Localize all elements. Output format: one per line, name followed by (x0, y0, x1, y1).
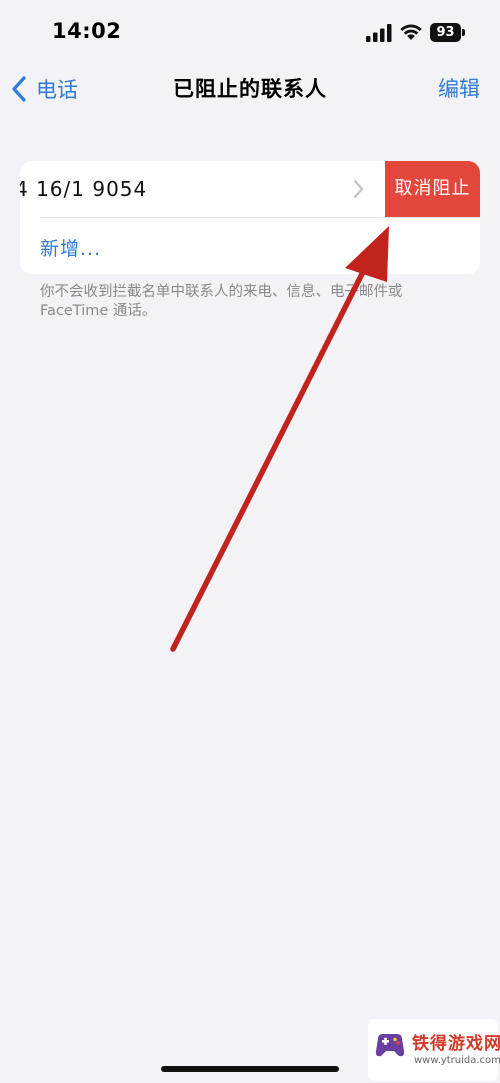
edit-button[interactable]: 编辑 (438, 74, 480, 104)
wifi-icon (400, 24, 422, 40)
blocked-contact-number: 4 16/1 9054 (20, 177, 148, 201)
blocked-contacts-list: 4 16/1 9054 取消阻止 新增... (20, 161, 480, 274)
chevron-left-icon (12, 76, 26, 102)
battery-icon: 93 (430, 23, 466, 42)
unblock-button[interactable]: 取消阻止 (385, 161, 480, 217)
watermark-site-url: www.ytruida.com (414, 1055, 500, 1066)
status-time: 14:02 (52, 19, 122, 43)
battery-level: 93 (430, 23, 461, 42)
blocked-list-footer-note: 你不会收到拦截名单中联系人的来电、信息、电子邮件或FaceTime 通话。 (40, 284, 403, 319)
blocked-contact-row[interactable]: 4 16/1 9054 取消阻止 (20, 161, 480, 217)
add-new-label: 新增... (40, 238, 102, 260)
game-controller-logo-icon (375, 1034, 405, 1057)
watermark: 铁得游戏网 www.ytruida.com (368, 1019, 500, 1081)
chevron-right-icon (353, 179, 364, 199)
back-button[interactable]: 电话 (10, 74, 78, 104)
navigation-bar: 已阻止的联系人 电话 编辑 (0, 66, 500, 112)
home-indicator[interactable] (161, 1066, 339, 1072)
status-bar: 14:02 93 (0, 0, 500, 66)
back-button-label: 电话 (36, 78, 78, 102)
watermark-site-name: 铁得游戏网 (412, 1034, 500, 1054)
cellular-signal-icon (366, 24, 392, 42)
battery-tip (462, 29, 465, 36)
add-new-row[interactable]: 新增... (20, 218, 480, 274)
